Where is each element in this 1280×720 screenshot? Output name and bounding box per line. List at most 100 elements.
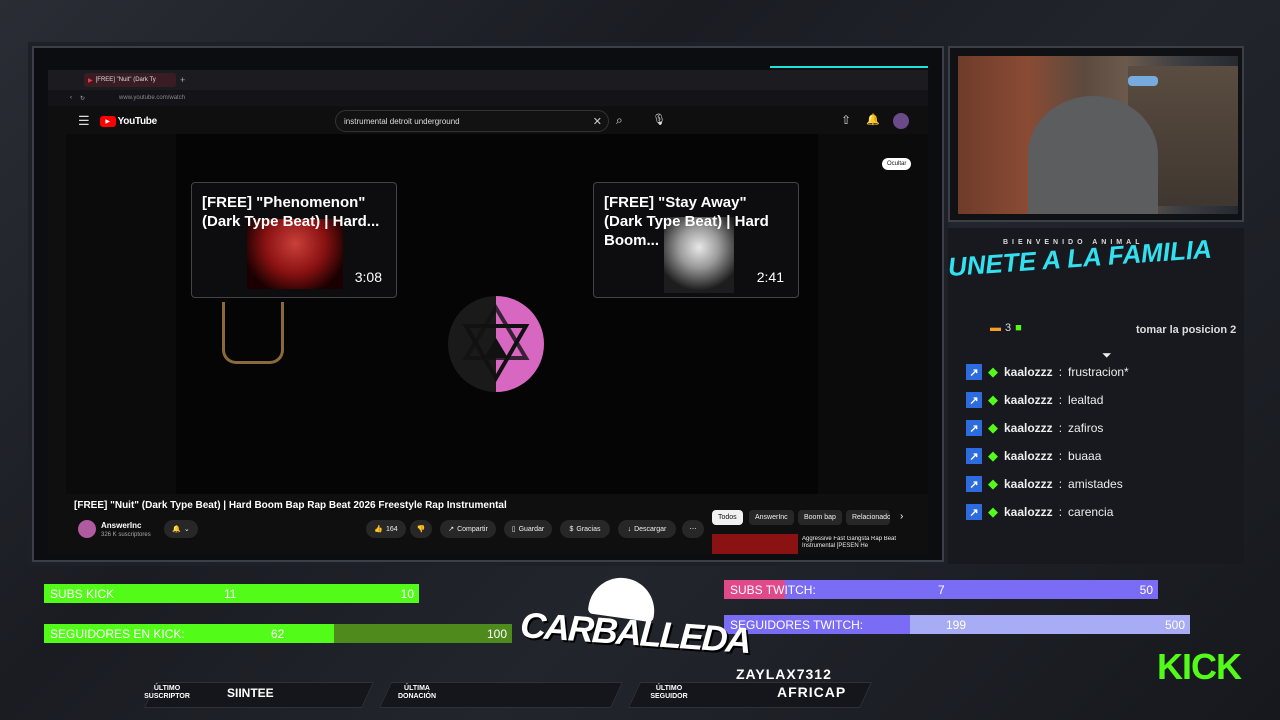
bookmark-icon: ▯ (511, 526, 516, 533)
end-card-1-duration: 3:08 (354, 269, 382, 285)
webcam-headset (1128, 76, 1158, 86)
youtube-logo[interactable]: YouTube (118, 116, 158, 127)
chat-message: ↗ ◆ kaalozzz: buaaa (966, 446, 1101, 466)
like-count: 164 (386, 525, 398, 533)
hide-cards-button[interactable]: Ocultar (882, 158, 912, 170)
subscriber-count: 326 K suscriptores (101, 532, 151, 538)
download-icon: ↓ (627, 525, 632, 533)
chip-boombap[interactable]: Boom bap (798, 510, 842, 525)
chat-message: ↗ ◆ kaalozzz: amistades (966, 474, 1123, 494)
tab-title: [FREE] "Nuit" (Dark Ty (95, 77, 156, 83)
reload-icon[interactable]: ↻ (80, 95, 85, 102)
chip-related[interactable]: Relacionado (846, 510, 890, 525)
youtube-tab-icon: ▶ (88, 77, 93, 84)
sub-badge-icon: ◆ (988, 476, 998, 491)
subs-twitch-bar: SUBS TWITCH: 7 50 (724, 580, 1158, 599)
kick-badge-icon: ↗ (966, 420, 982, 436)
last-sub-value: SIINTEE (227, 686, 274, 700)
url-text: www.youtube.com/watch (119, 95, 186, 101)
share-button[interactable]: ↗ Compartir (440, 520, 496, 538)
thanks-icon: $ (569, 525, 574, 533)
chat-message: ↗ ◆ kaalozzz: carencia (966, 502, 1113, 522)
youtube-logo-icon[interactable]: ▶ (99, 115, 116, 127)
channel-avatar[interactable] (78, 520, 96, 538)
chevron-right-icon[interactable]: › (900, 511, 903, 522)
sub-badge-icon: ◆ (988, 504, 998, 519)
sub-badge-icon: ◆ (988, 364, 998, 379)
chip-all[interactable]: Todos (712, 510, 743, 525)
subscribe-bell-button[interactable]: 🔔 ⌄ (164, 520, 198, 538)
kick-badge-icon: ↗ (966, 392, 982, 408)
microphone-icon[interactable]: 🎙 (652, 113, 666, 126)
position-text: tomar la posicion 2 (1136, 324, 1237, 336)
browser-window: ▶ [FREE] "Nuit" (Dark Ty + ‹ ↻ www.youtu… (48, 70, 928, 554)
channel-name[interactable]: AnswerInc (101, 521, 141, 530)
last-sub-label: ÚLTIMO SUSCRIPTOR (144, 685, 190, 700)
rank-row: ▬ 3 ■ (990, 322, 1022, 334)
last-donation-label: ÚLTIMA DONACIÓN (397, 685, 437, 700)
last-follower-value-2: AFRICAP (777, 684, 847, 700)
like-button[interactable]: 👍 164 (366, 520, 406, 538)
subs-kick-bar: SUBS KICK 11 10 (44, 584, 419, 603)
sub-badge-icon: ◆ (988, 392, 998, 407)
address-bar[interactable]: ‹ ↻ www.youtube.com/watch (48, 90, 928, 106)
end-card-1[interactable]: [FREE] "Phenomenon" (Dark Type Beat) | H… (191, 182, 397, 298)
rank-badge-icon: ■ (1015, 322, 1022, 334)
search-input[interactable]: instrumental detroit underground ✕ (335, 110, 609, 132)
chat-message: ↗ ◆ kaalozzz: zafiros (966, 418, 1103, 438)
seguidores-twitch-bar: SEGUIDORES TWITCH: 199 500 (724, 615, 1190, 634)
more-icon: ⋯ (689, 526, 697, 533)
search-value: instrumental detroit underground (344, 116, 460, 126)
channel-logo-icon (448, 296, 544, 392)
webcam-person (1028, 96, 1158, 214)
video-title: [FREE] "Nuit" (Dark Type Beat) | Hard Bo… (74, 500, 507, 511)
menu-icon[interactable]: ☰ (78, 113, 90, 129)
thumbs-up-icon: 👍 (374, 526, 384, 533)
new-tab-icon[interactable]: + (180, 75, 185, 85)
thumbs-down-icon: 👎 (416, 526, 426, 533)
thanks-button[interactable]: $ Gracias (560, 520, 610, 538)
kick-badge-icon: ↗ (966, 364, 982, 380)
kick-badge-icon: ↗ (966, 476, 982, 492)
browser-tab[interactable]: ▶ [FREE] "Nuit" (Dark Ty (84, 73, 176, 87)
seguidores-kick-bar: SEGUIDORES EN KICK: 62 100 (44, 624, 512, 643)
webcam-feed (958, 56, 1238, 214)
end-card-2[interactable]: [FREE] "Stay Away" (Dark Type Beat) | Ha… (593, 182, 799, 298)
player-side-shade-right (818, 134, 928, 494)
chat-message: ↗ ◆ kaalozzz: lealtad (966, 390, 1103, 410)
download-button[interactable]: ↓ Descargar (618, 520, 676, 538)
chevron-down-icon: ⌄ (183, 526, 190, 533)
upload-icon[interactable]: ⇧ (841, 113, 851, 127)
rank-crown-icon: ▬ (990, 322, 1001, 334)
more-actions-button[interactable]: ⋯ (682, 520, 704, 538)
end-card-2-duration: 2:41 (756, 269, 784, 285)
last-follower-value-1: ZAYLAX7312 (736, 666, 832, 682)
search-icon[interactable]: ⌕ (616, 113, 623, 128)
kick-badge-icon: ↗ (966, 504, 982, 520)
player-side-shade (66, 134, 176, 494)
chip-channel[interactable]: AnswerInc (749, 510, 794, 525)
share-icon: ↗ (448, 526, 455, 533)
end-card-1-title: [FREE] "Phenomenon" (Dark Type Beat) | H… (202, 194, 380, 230)
dislike-button[interactable]: 👎 (410, 520, 432, 538)
decorative-frame (222, 302, 284, 364)
notifications-icon[interactable]: 🔔 (866, 113, 880, 126)
save-button[interactable]: ▯ Guardar (504, 520, 552, 538)
sub-badge-icon: ◆ (988, 420, 998, 435)
filter-icon: ⏷ (1102, 348, 1112, 362)
frame-accent (770, 66, 928, 68)
browser-tabbar: ▶ [FREE] "Nuit" (Dark Ty + (48, 70, 928, 90)
end-card-2-title: [FREE] "Stay Away" (Dark Type Beat) | Ha… (604, 194, 769, 249)
bell-icon: 🔔 (172, 526, 181, 533)
kick-badge-icon: ↗ (966, 448, 982, 464)
clear-search-icon[interactable]: ✕ (593, 115, 602, 128)
recommended-thumbnail[interactable] (712, 534, 798, 554)
last-follower-label: ÚLTIMO SEGUIDOR (650, 685, 688, 700)
recommended-title[interactable]: Aggressive Fast Gangsta Rap Beat Instrum… (802, 536, 902, 550)
kick-logo: KICK (1157, 646, 1242, 687)
user-avatar[interactable] (893, 113, 909, 129)
sub-badge-icon: ◆ (988, 448, 998, 463)
back-icon[interactable]: ‹ (70, 95, 72, 101)
video-player[interactable]: Ocultar [FREE] "Phenomenon" (Dark Type B… (66, 134, 928, 494)
chat-message: ↗ ◆ kaalozzz: frustracion* (966, 362, 1129, 382)
